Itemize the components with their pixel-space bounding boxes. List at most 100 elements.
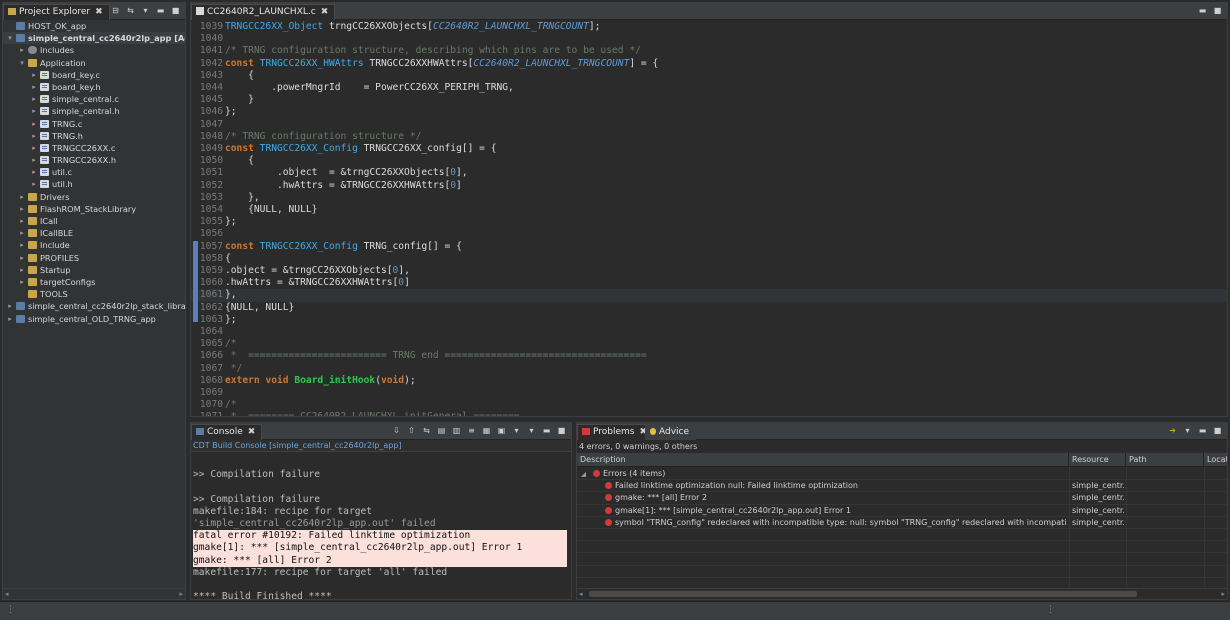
chevron-right-icon[interactable]: ▸ [18,215,26,227]
chevron-right-icon[interactable]: ▸ [30,178,38,190]
column-header-path[interactable]: Path [1126,453,1204,467]
code-line[interactable]: 1047 [191,119,1227,131]
chevron-down-icon[interactable]: ▾ [6,32,14,44]
code-line[interactable]: 1071 * ======== CC2640R2_LAUNCHXL_initGe… [191,411,1227,416]
clear-console-icon[interactable]: ▤ [436,426,447,436]
minimize-icon[interactable]: ▬ [1197,6,1208,16]
tree-node[interactable]: ▸ util.h [3,178,185,190]
code-line[interactable]: 1057 const TRNGCC26XX_Config TRNG_config[… [191,241,1227,253]
chevron-right-icon[interactable]: ▸ [6,300,14,312]
minimize-icon[interactable]: ▬ [541,426,552,436]
chevron-right-icon[interactable]: ▸ [18,203,26,215]
code-line[interactable]: 1060 .hwAttrs = &TRNGCC26XXHWAttrs[0] [191,277,1227,289]
view-menu-icon[interactable]: ▾ [526,426,537,436]
tree-node[interactable]: ▸ PROFILES [3,252,185,264]
tree-node[interactable]: ▸ TRNGCC26XX.c [3,142,185,154]
chevron-right-icon[interactable]: ▸ [30,69,38,81]
maximize-icon[interactable]: ■ [556,426,567,436]
tree-node[interactable]: ▸ Startup [3,264,185,276]
tree-node[interactable]: ▸ TRNG.c [3,118,185,130]
tree-node[interactable]: ▸ TRNGCC26XX.h [3,154,185,166]
tree-node[interactable]: ▸ simple_central.h [3,105,185,117]
scroll-thumb[interactable] [589,591,1137,597]
tree-node[interactable]: ▸ ICallBLE [3,227,185,239]
chevron-right-icon[interactable]: ▸ [30,93,38,105]
chevron-right-icon[interactable]: ▸ [18,276,26,288]
minimize-icon[interactable]: ▬ [155,6,166,16]
column-header-resource[interactable]: Resource [1069,453,1126,467]
chevron-right-icon[interactable]: ▸ [30,142,38,154]
tree-node[interactable]: ▸ FlashROM_StackLibrary [3,203,185,215]
tree-node[interactable]: ▸ simple_central_cc2640r2lp_stack_library [3,300,185,312]
open-console-icon[interactable]: ▾ [511,426,522,436]
collapse-all-icon[interactable]: ⊟ [110,6,121,16]
column-header-location[interactable]: Locati [1204,453,1227,467]
scroll-left-icon[interactable]: ◂ [579,590,583,598]
code-line[interactable]: 1062 {NULL, NULL} [191,302,1227,314]
code-line[interactable]: 1043 { [191,70,1227,82]
code-line[interactable]: 1045 } [191,94,1227,106]
code-line[interactable]: 1065/* [191,338,1227,350]
code-line[interactable]: 1061}, [191,289,1227,302]
tab-console[interactable]: Console ✖ [191,424,263,440]
problem-row[interactable]: gmake[1]: *** [simple_central_cc2640r2lp… [577,505,1227,517]
chevron-right-icon[interactable]: ▸ [18,191,26,203]
tree-node[interactable]: ▾ simple_central_cc2640r2lp_app [Active - [3,32,185,45]
code-line[interactable]: 1070/* [191,399,1227,411]
problems-horizontal-scrollbar[interactable]: ◂ ▸ [577,588,1227,599]
code-line[interactable]: 1048/* TRNG configuration structure */ [191,131,1227,143]
tree-node[interactable]: ▸ TRNG.h [3,130,185,142]
view-menu-icon[interactable]: ▾ [1182,426,1193,436]
code-line[interactable]: 1044 .powerMngrId = PowerCC26XX_PERIPH_T… [191,82,1227,94]
chevron-right-icon[interactable]: ▸ [18,239,26,251]
problem-row[interactable]: gmake: *** [all] Error 2 simple_centr... [577,492,1227,505]
scroll-lock-icon[interactable]: ▥ [451,426,462,436]
code-line[interactable]: 1049 const TRNGCC26XX_Config TRNGCC26XX_c… [191,143,1227,155]
chevron-down-icon[interactable]: ◢ [581,468,586,480]
tree-node[interactable]: ▸ util.c [3,166,185,178]
code-line[interactable]: 1063}; [191,314,1227,326]
maximize-icon[interactable]: ■ [170,6,181,16]
chevron-right-icon[interactable]: ▸ [30,130,38,142]
code-line[interactable]: 1042 const TRNGCC26XX_HWAttrs TRNGCC26XXH… [191,58,1227,70]
tree-node[interactable]: ▸ Include [3,239,185,251]
tree-node[interactable]: TOOLS [3,288,185,300]
tree-node[interactable]: ▸ board_key.c [3,69,185,81]
tree-node[interactable]: ▸ Drivers [3,191,185,203]
chevron-right-icon[interactable]: ▸ [30,81,38,93]
console-output[interactable]: >> Compilation failure >> Compilation fai… [191,453,571,599]
chevron-right-icon[interactable]: ▸ [30,154,38,166]
problems-group-row[interactable]: ◢ Errors (4 items) [577,468,1227,481]
tree-node[interactable]: HOST_OK_app [3,20,185,32]
maximize-icon[interactable]: ■ [1212,6,1223,16]
tree-node[interactable]: ▸ simple_central_OLD_TRNG_app [3,313,185,325]
tree-node[interactable]: ▾ Application [3,57,185,69]
previous-error-icon[interactable]: ⇧ [406,426,417,436]
column-header-description[interactable]: Description [577,453,1069,467]
code-line[interactable]: 1056 [191,228,1227,240]
code-line[interactable]: 1064 [191,326,1227,338]
code-line[interactable]: 1053 }, [191,192,1227,204]
display-console-icon[interactable]: ▣ [496,426,507,436]
scroll-right-icon[interactable]: ▸ [179,590,183,598]
tree-node[interactable]: ▸ board_key.h [3,81,185,93]
close-icon[interactable]: ✖ [95,7,103,17]
word-wrap-icon[interactable]: ≡ [466,426,477,436]
close-icon[interactable]: ✖ [248,427,256,437]
code-line[interactable]: 1046}; [191,106,1227,118]
toggle-link-icon[interactable]: ⇆ [421,426,432,436]
code-line[interactable]: 1068 extern void Board_initHook(void); [191,375,1227,387]
tree-node[interactable]: ▸ targetConfigs [3,276,185,288]
code-line[interactable]: 1054 {NULL, NULL} [191,204,1227,216]
chevron-right-icon[interactable]: ▸ [18,44,26,56]
code-area[interactable]: 1039 TRNGCC26XX_Object trngCC26XXObjects[… [191,20,1227,416]
code-line[interactable]: 1067 */ [191,363,1227,375]
code-line[interactable]: 1058{ [191,253,1227,265]
minimize-icon[interactable]: ▬ [1197,426,1208,436]
scroll-left-icon[interactable]: ◂ [5,590,9,598]
problem-row[interactable]: symbol "TRNG_config" redeclared with inc… [577,517,1227,529]
code-line[interactable]: 1052 .hwAttrs = &TRNGCC26XXHWAttrs[0] [191,180,1227,192]
tab-problems[interactable]: Problems ✖ [577,424,655,440]
tree-node[interactable]: ▸ ICall [3,215,185,227]
close-icon[interactable]: ✖ [321,7,329,17]
